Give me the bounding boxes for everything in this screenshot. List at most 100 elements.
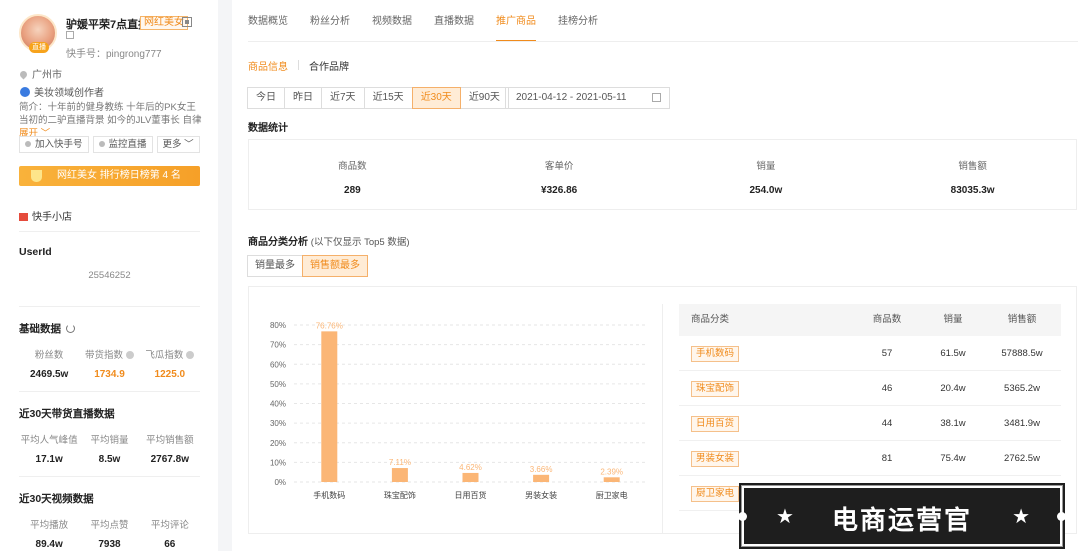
summary-cell: 客单价 ¥326.86 xyxy=(456,140,663,209)
category-tag[interactable]: 日用百货 xyxy=(691,416,740,432)
city-label: 广州市 xyxy=(32,70,62,81)
category-cell: 男装女装 xyxy=(679,441,851,475)
stat-label: 飞瓜指数 xyxy=(140,347,200,361)
x-tick-label: 男装女装 xyxy=(525,490,557,500)
summary-value: ¥326.86 xyxy=(541,185,578,196)
creator-type: 美妆领域创作者 xyxy=(20,84,104,99)
category-bar-chart: 0% 10% 20% 30% 40% 50% 60% 70% 80% 76.76% 手机数码 7.11… xyxy=(270,321,647,500)
bar-value-label: 4.62% xyxy=(459,463,482,472)
category-tag[interactable]: 厨卫家电 xyxy=(691,486,740,502)
monitor-live-label: 监控直播 xyxy=(108,139,147,150)
toggle-by-volume[interactable]: 销量最多 xyxy=(247,255,303,277)
rank-banner[interactable]: 网红美女 排行榜日榜第 4 名 xyxy=(19,166,200,186)
stat-label: 平均销售额 xyxy=(146,435,194,446)
stat-value: 1225.0 xyxy=(154,369,186,380)
userid-title: UserId xyxy=(19,246,52,258)
tab-live[interactable]: 直播数据 xyxy=(434,0,474,42)
sales-cell: 5365.2w xyxy=(1004,383,1040,394)
add-account-button[interactable]: 加入快手号 xyxy=(19,136,89,153)
panel-divider xyxy=(662,304,663,534)
calendar-icon xyxy=(652,93,661,102)
qr-code-icon[interactable] xyxy=(182,17,192,27)
stat-label: 平均销量 xyxy=(90,435,129,446)
date-range-picker[interactable]: 2021-04-12 - 2021-05-11 xyxy=(505,87,670,109)
profile-intro: 简介：十年前的健身教练 十年后的PK女王 当初的二驴直播背景 如今的JLV董事长… xyxy=(19,101,205,140)
rank-text: 网红美女 排行榜日榜第 4 名 xyxy=(57,170,181,181)
more-button[interactable]: 更多 ﹀ xyxy=(156,136,200,153)
range-today[interactable]: 今日 xyxy=(247,87,285,109)
x-tick-label: 手机数码 xyxy=(313,490,345,500)
stat-value: 2469.5w xyxy=(29,369,69,380)
summary-value: 289 xyxy=(344,185,361,196)
tab-video[interactable]: 视频数据 xyxy=(372,0,412,42)
category-table: 商品分类 商品数 销量 销售额 手机数码 57 61.5w 57888.5w 珠宝配饰… xyxy=(679,304,1061,511)
avatar[interactable]: 直播 xyxy=(19,14,57,53)
stat-value: 89.4w xyxy=(35,539,63,550)
y-tick-label: 30% xyxy=(270,419,286,428)
stats-summary: 商品数 289 客单价 ¥326.86 销量 254.0w 销售额 83035.3w xyxy=(248,139,1077,210)
goods-count-cell: 81 xyxy=(881,453,893,464)
tab-promoted-goods[interactable]: 推广商品 xyxy=(496,0,536,42)
help-icon[interactable] xyxy=(126,351,134,359)
bar xyxy=(462,472,479,482)
category-tag[interactable]: 珠宝配饰 xyxy=(691,381,740,397)
live30-title: 近30天带货直播数据 xyxy=(19,408,115,420)
help-icon[interactable] xyxy=(186,351,195,359)
location-icon xyxy=(18,69,29,80)
refresh-icon[interactable] xyxy=(66,324,75,333)
goods-count-cell: 57 xyxy=(881,348,893,359)
tab-overview[interactable]: 数据概览 xyxy=(248,0,288,42)
bar-value-label: 2.39% xyxy=(600,467,623,476)
range-yesterday[interactable]: 昨日 xyxy=(284,87,322,109)
goods-count-cell: 44 xyxy=(881,418,893,429)
bar xyxy=(321,331,338,482)
range-15d[interactable]: 近15天 xyxy=(363,87,413,109)
stat-label: 平均播放 xyxy=(30,520,69,531)
x-tick-label: 日用百货 xyxy=(455,490,487,500)
summary-cell: 销量 254.0w xyxy=(663,140,870,209)
toggle-by-sales[interactable]: 销售额最多 xyxy=(302,255,368,277)
sales-cell: 57888.5w xyxy=(1001,348,1043,359)
y-tick-label: 70% xyxy=(270,341,286,350)
range-7d[interactable]: 近7天 xyxy=(321,87,365,109)
divider xyxy=(19,231,200,232)
tab-ranking[interactable]: 挂榜分析 xyxy=(558,0,598,42)
header-goods-count: 商品数 xyxy=(872,314,902,325)
watermark-dot xyxy=(1057,512,1066,521)
copy-icon[interactable] xyxy=(66,31,74,39)
bar-value-label: 7.11% xyxy=(389,458,411,467)
summary-label: 销售额 xyxy=(958,161,987,172)
table-header: 商品分类 商品数 销量 销售额 xyxy=(679,304,1061,336)
y-tick-label: 10% xyxy=(270,458,286,467)
stat-label-text: 飞瓜指数 xyxy=(145,350,184,361)
stat-value: 2767.8w xyxy=(150,454,189,465)
summary-label: 销量 xyxy=(756,161,776,172)
stat-cell: 平均播放 89.4w xyxy=(19,517,79,550)
stat-cell: 粉丝数 2469.5w xyxy=(19,347,79,380)
range-30d[interactable]: 近30天 xyxy=(411,87,461,109)
tab-fans[interactable]: 粉丝分析 xyxy=(310,0,350,42)
avatar-live-tag: 直播 xyxy=(29,42,49,53)
goods-count-cell: 46 xyxy=(881,383,893,394)
shop-icon xyxy=(19,213,28,221)
monitor-live-button[interactable]: 监控直播 xyxy=(92,136,153,153)
sales-cell: 2762.5w xyxy=(1004,453,1040,464)
category-cell: 日用百货 xyxy=(679,406,851,440)
basic-data-title-label: 基础数据 xyxy=(19,323,61,335)
subtab-brands[interactable]: 合作品牌 xyxy=(309,58,349,73)
header-volume: 销量 xyxy=(943,314,963,325)
more-label: 更多 xyxy=(162,139,182,150)
category-toggle: 销量最多 销售额最多 xyxy=(247,255,368,277)
subtab-goods-info[interactable]: 商品信息 xyxy=(248,58,288,73)
category-tag[interactable]: 手机数码 xyxy=(691,346,740,362)
category-cell: 手机数码 xyxy=(679,336,851,370)
range-90d[interactable]: 近90天 xyxy=(459,87,509,109)
volume-cell: 75.4w xyxy=(940,453,966,464)
main-tabs: 数据概览 粉丝分析 视频数据 直播数据 推广商品 挂榜分析 xyxy=(248,0,620,42)
volume-cell: 20.4w xyxy=(940,383,966,394)
stat-cell: 平均点赞 7938 xyxy=(79,517,139,550)
y-tick-label: 50% xyxy=(270,380,286,389)
main-panel: 数据概览 粉丝分析 视频数据 直播数据 推广商品 挂榜分析 商品信息 合作品牌 … xyxy=(232,0,1080,551)
category-tag[interactable]: 男装女装 xyxy=(691,451,740,467)
shop-link[interactable]: 快手小店 xyxy=(19,208,72,223)
